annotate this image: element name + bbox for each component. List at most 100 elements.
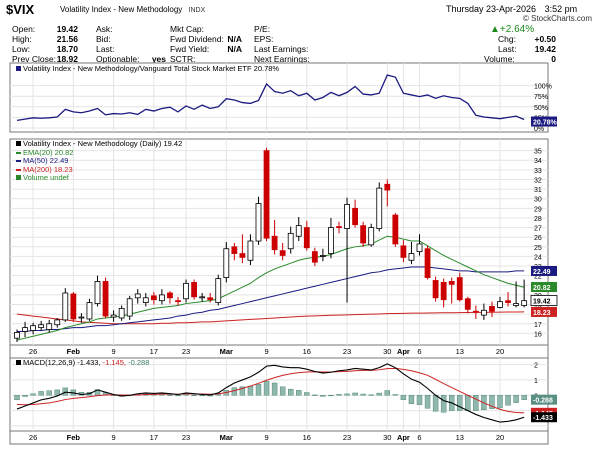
candle-body	[70, 293, 77, 320]
macd-hist-bar	[489, 395, 495, 409]
macd-hist-bar	[183, 394, 189, 396]
candle-body	[110, 314, 117, 318]
ma50-line	[17, 266, 525, 332]
next-earnings-label: Next Earnings:	[254, 54, 310, 64]
candle-body	[158, 294, 165, 302]
price-ytick: 16	[534, 331, 542, 338]
chg-value: +0.50	[534, 34, 556, 44]
candle-body	[408, 253, 415, 261]
macd-hist-bar	[231, 387, 238, 396]
ma50-legend-swatch	[16, 160, 21, 163]
macd-signal-line	[16, 367, 525, 414]
ratio-legend-swatch	[16, 66, 21, 71]
ratio-last-label: 20.78%	[533, 120, 558, 127]
candle-body	[432, 280, 439, 299]
macd-legend-value: -1.433,	[77, 358, 101, 367]
candle-body	[376, 187, 383, 229]
macd-legend-name: MACD(12,26,9)	[23, 358, 76, 367]
macd-hist-bar	[14, 395, 20, 401]
macd-hist-bar	[312, 394, 318, 396]
low-label: Low:	[12, 44, 30, 54]
candle-body	[352, 207, 359, 226]
candle-body	[464, 298, 471, 310]
macd-macd-label-box	[531, 412, 557, 423]
macd-hist-bar	[22, 395, 28, 397]
macd-hist-bar	[62, 387, 68, 396]
price-ytick: 26	[534, 235, 542, 242]
price-ytick: 23	[534, 264, 542, 271]
candle-body	[247, 240, 254, 261]
candle-body	[207, 297, 214, 301]
macd-hist-bar	[30, 393, 36, 396]
macd-hist-bar	[46, 390, 52, 396]
macd-hist-bar	[408, 395, 415, 404]
macd-hist-bar	[135, 393, 141, 396]
x-tick-label: 23	[343, 433, 351, 442]
macd-hist-bar	[167, 394, 173, 396]
macd-hist-bar	[360, 393, 366, 396]
ma200-value-label: 18.23	[533, 310, 551, 317]
candle-body	[311, 251, 318, 263]
macd-hist-bar	[271, 382, 278, 396]
x-tick-label: 20	[496, 347, 504, 356]
ma200-legend-swatch	[16, 168, 21, 171]
x-tick-label: Apr	[397, 347, 410, 356]
price-ytick: 31	[534, 187, 542, 194]
macd-hist-bar	[449, 395, 455, 411]
price-ytick: 22	[534, 274, 542, 281]
x-tick-label: 26	[29, 433, 37, 442]
candle-body	[126, 298, 133, 317]
last-label-1: Last:	[96, 44, 115, 54]
candle-body	[497, 301, 503, 308]
x-tick-label: Mar	[220, 433, 233, 442]
candle-body	[489, 306, 495, 312]
volume-legend: Volume undef	[23, 173, 69, 182]
quote-table: Open: 19.42 High: 21.56 Low: 18.70 Prev …	[12, 22, 557, 64]
price-ytick: 21	[534, 283, 542, 290]
price-ytick: 24	[534, 254, 542, 261]
candle-body	[150, 295, 157, 301]
candle-body	[118, 307, 125, 319]
optionable-label: Optionable:	[96, 54, 140, 64]
macd-hist-bar	[223, 390, 230, 396]
price-legend-swatch	[16, 141, 21, 146]
macd-hist-bar	[118, 395, 125, 397]
macd-hist-bar	[304, 392, 310, 396]
macd-hist-bar	[102, 392, 109, 396]
x-tick-label: Mar	[220, 347, 233, 356]
ma50-value-label: 22.49	[533, 269, 551, 276]
price-ytick: 30	[534, 197, 542, 204]
macd-macd-label: -1.433	[533, 415, 553, 422]
candle-body	[319, 255, 326, 257]
candle-body	[279, 250, 286, 256]
x-tick-label: 30	[383, 347, 391, 356]
macd-hist-bar	[175, 395, 181, 397]
x-tick-label: 13	[456, 433, 464, 442]
macd-ytick: 0	[534, 393, 538, 400]
price-ytick: 18	[534, 312, 542, 319]
x-tick-label: 13	[456, 347, 464, 356]
fwd-yield-value: N/A	[227, 44, 242, 54]
candle-body	[62, 292, 69, 321]
macd-hist-bar	[344, 393, 350, 396]
candle-body	[472, 310, 479, 313]
price-ytick: 29	[534, 206, 542, 213]
candle-body	[38, 324, 45, 329]
ratio-ytick: 100%	[534, 84, 552, 91]
date-time: Thursday 23-Apr-2026 3:52 pm	[446, 4, 577, 14]
candle-body	[239, 253, 246, 258]
panel-frames	[9, 62, 549, 445]
macd-hist-bar	[521, 395, 527, 400]
macd-hist-bar	[110, 394, 117, 396]
x-tick-label: 9	[112, 433, 116, 442]
open-label: Open:	[12, 24, 36, 34]
candle-body	[215, 278, 222, 303]
macd-legend-swatch	[16, 360, 21, 365]
candle-body	[287, 232, 294, 250]
candle-body	[368, 227, 375, 246]
mktcap-label: Mkt Cap:	[170, 24, 205, 34]
ratio-ytick: 75%	[534, 94, 548, 101]
candle-body	[255, 203, 262, 242]
price-ytick: 17	[534, 322, 542, 329]
x-tick-label: Apr	[397, 433, 410, 442]
